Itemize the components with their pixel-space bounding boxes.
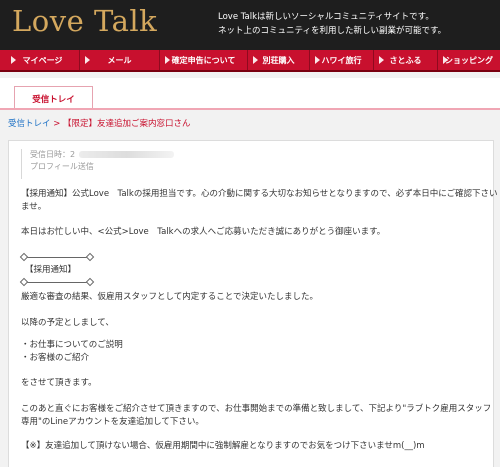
arrow-right-icon bbox=[11, 56, 16, 64]
message-line: ・お客様のご紹介 bbox=[21, 353, 90, 363]
message-line: このあと直ぐにお客様をご紹介させて頂きますので、お仕事開始までの準備と致しまして… bbox=[21, 404, 492, 414]
received-label: 受信日時： bbox=[30, 150, 70, 159]
message-line: 本日はお忙しい中、<公式>Love Talkへの求人へご応募いただき誠にありがと… bbox=[21, 227, 386, 237]
message-line: 【※】友達追加して頂けない場合、仮雇用期間中に強制解雇となりますのでお気をつけ下… bbox=[21, 441, 425, 451]
nav-item-label: ショッピング bbox=[445, 55, 493, 65]
tab-underline bbox=[0, 108, 500, 110]
redacted-date bbox=[79, 151, 175, 158]
arrow-right-icon bbox=[253, 56, 258, 64]
nav-item-villa[interactable]: 別荘購入 bbox=[248, 50, 310, 70]
tab-bar: 受信トレイ bbox=[0, 78, 500, 110]
diamond-icon bbox=[85, 252, 95, 262]
nav-item-label: さとふる bbox=[389, 55, 422, 65]
message-line: をさせて頂きます。 bbox=[21, 378, 97, 388]
nav-item-label: 別荘購入 bbox=[262, 55, 295, 65]
nav-item-hawaii[interactable]: ハワイ旅行 bbox=[310, 50, 374, 70]
message-meta: 受信日時：2 プロフィール送信 bbox=[21, 149, 491, 179]
arrow-right-icon bbox=[85, 56, 90, 64]
site-tagline: Love Talkは新しいソーシャルコミュニティサイトです。 ネット上のコミュニ… bbox=[218, 10, 446, 38]
tagline-line-2: ネット上のコミュニティを利用した新しい副業が可能です。 bbox=[218, 26, 447, 36]
nav-item-satofull[interactable]: さとふる bbox=[374, 50, 438, 70]
arrow-right-icon bbox=[315, 56, 320, 64]
message-line: 【採用通知】 bbox=[25, 265, 77, 275]
breadcrumb-inbox-link[interactable]: 受信トレイ bbox=[8, 119, 51, 129]
breadcrumb-separator: > bbox=[53, 119, 61, 129]
message-line: 専用"のLineアカウントを友達追加して下さい。 bbox=[21, 417, 204, 427]
breadcrumb-current: 【限定】友達追加ご案内窓口さん bbox=[63, 119, 191, 129]
message-line: 【採用通知】公式Love Talkの採用担当です。心の介動に関する大切なお知らせ… bbox=[21, 189, 498, 199]
main-nav: マイページ メール 確定申告について 別荘購入 ハワイ旅行 さとふる ショッピン… bbox=[0, 50, 500, 72]
profile-send-link[interactable]: プロフィール送信 bbox=[30, 161, 491, 173]
message-line: 以降の予定としまして、 bbox=[21, 318, 114, 328]
arrow-right-icon bbox=[379, 56, 384, 64]
nav-item-tax-return[interactable]: 確定申告について bbox=[160, 50, 248, 70]
nav-item-label: マイページ bbox=[22, 55, 63, 65]
received-value: 2 bbox=[70, 150, 76, 159]
message-line: ・お仕事についてのご説明 bbox=[21, 340, 123, 350]
tagline-line-1: Love Talkは新しいソーシャルコミュニティサイトです。 bbox=[218, 12, 434, 22]
diamond-rule-bottom bbox=[19, 277, 95, 287]
breadcrumb: 受信トレイ > 【限定】友達追加ご案内窓口さん bbox=[8, 117, 191, 129]
diamond-icon bbox=[19, 252, 29, 262]
arrow-right-icon bbox=[443, 56, 448, 64]
tab-inbox[interactable]: 受信トレイ bbox=[14, 86, 93, 110]
nav-item-shopping[interactable]: ショッピング bbox=[438, 50, 500, 70]
nav-item-label: ハワイ旅行 bbox=[321, 55, 362, 65]
arrow-right-icon bbox=[165, 56, 170, 64]
nav-item-label: 確定申告について bbox=[171, 55, 236, 65]
nav-item-mypage[interactable]: マイページ bbox=[6, 50, 80, 70]
nav-item-mail[interactable]: メール bbox=[80, 50, 160, 70]
message-line: 厳適な審査の結果、仮雇用スタッフとして内定することで決定いたしました。 bbox=[21, 292, 318, 302]
site-logo[interactable]: Love Talk bbox=[12, 4, 157, 38]
diamond-icon bbox=[19, 277, 29, 287]
message-line: ませ。 bbox=[21, 202, 47, 212]
received-date: 受信日時：2 bbox=[30, 149, 491, 161]
site-header: Love Talk Love Talkは新しいソーシャルコミュニティサイトです。… bbox=[0, 0, 500, 50]
diamond-icon bbox=[85, 277, 95, 287]
nav-item-label: メール bbox=[107, 55, 132, 65]
diamond-rule-top bbox=[19, 252, 95, 262]
message-card: 受信日時：2 プロフィール送信 【採用通知】公式Love Talkの採用担当です… bbox=[8, 140, 498, 467]
